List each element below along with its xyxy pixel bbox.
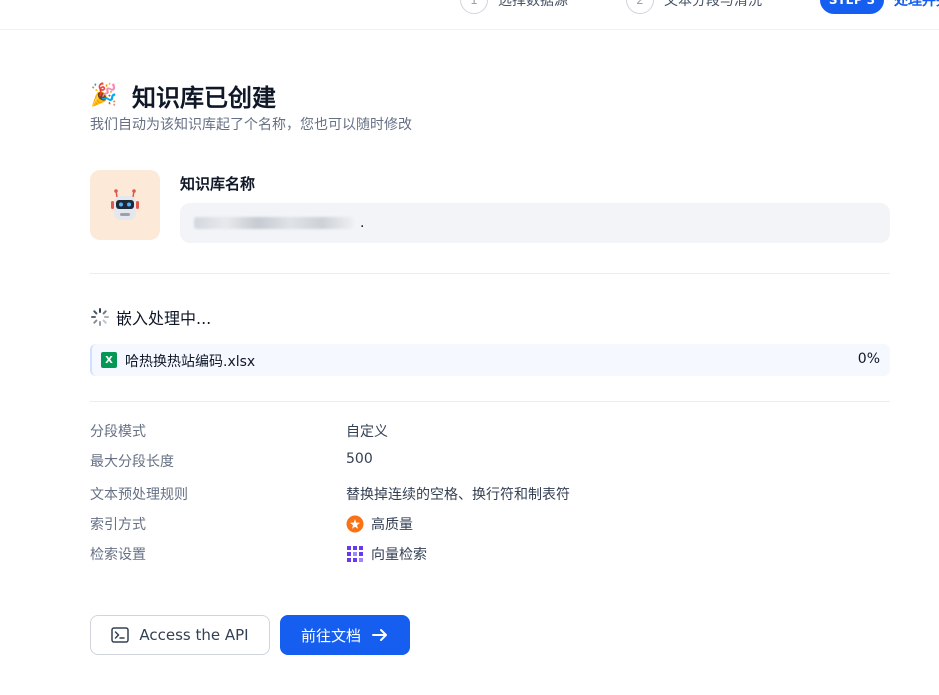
divider-top [90, 273, 890, 274]
go-to-document-button[interactable]: 前往文档 [280, 615, 410, 655]
step-2-number: 2 [626, 0, 654, 14]
setting-key: 最大分段长度 [90, 454, 174, 470]
access-api-button[interactable]: Access the API [90, 615, 270, 655]
redacted-name [194, 217, 354, 229]
setting-value: 替换掉连续的空格、换行符和制表符 [346, 487, 570, 503]
loading-spinner-icon [91, 308, 109, 326]
setting-value-with-icon: 向量检索 [346, 544, 427, 564]
step-1[interactable]: 1 选择数据源 [460, 0, 568, 14]
divider-bottom [90, 401, 890, 402]
excel-file-icon: X [101, 352, 117, 368]
step-3[interactable]: STEP 3 处理并完成 [820, 0, 939, 14]
setting-value-with-icon: 高质量 [346, 514, 413, 534]
stepper: 1 选择数据源 2 文本分段与清洗 STEP 3 处理并完成 [0, 0, 939, 30]
setting-value: 向量检索 [371, 547, 427, 563]
page-title-row: 🎉 知识库已创建 [90, 78, 276, 113]
page-title: 知识库已创建 [132, 84, 276, 112]
setting-value: 500 [346, 451, 373, 467]
arrow-right-icon [371, 627, 389, 643]
setting-row: 检索设置 向量检索 [90, 544, 890, 564]
setting-key: 检索设置 [90, 547, 146, 563]
vector-grid-icon [346, 545, 364, 563]
setting-row: 分段模式 自定义 [90, 421, 890, 441]
step-1-number: 1 [460, 0, 488, 14]
step-3-number: STEP 3 [820, 0, 884, 14]
access-api-label: Access the API [139, 626, 249, 644]
step-2[interactable]: 2 文本分段与清洗 [626, 0, 762, 14]
file-progress-percent: 0% [857, 351, 880, 367]
party-popper-icon: 🎉 [90, 83, 118, 108]
setting-row: 索引方式 高质量 [90, 514, 890, 534]
file-progress-row: X 哈热换热站编码.xlsx 0% [90, 344, 890, 376]
step-3-label: 处理并完成 [894, 0, 939, 9]
robot-icon [111, 189, 139, 220]
setting-row: 最大分段长度 500 [90, 451, 890, 471]
step-1-label: 选择数据源 [498, 0, 568, 9]
setting-key: 文本预处理规则 [90, 487, 188, 503]
star-badge-icon [346, 515, 364, 533]
go-to-document-label: 前往文档 [300, 626, 361, 645]
page-subtitle: 我们自动为该知识库起了个名称，您也可以随时修改 [90, 117, 412, 133]
setting-key: 分段模式 [90, 424, 146, 440]
terminal-icon [111, 627, 130, 643]
knowledge-base-name-label: 知识库名称 [180, 175, 256, 193]
step-2-label: 文本分段与清洗 [664, 0, 762, 9]
setting-key: 索引方式 [90, 517, 146, 533]
setting-value: 高质量 [371, 517, 413, 533]
name-suffix: . [360, 215, 365, 231]
knowledge-base-avatar[interactable] [90, 170, 160, 240]
file-name: 哈热换热站编码.xlsx [125, 354, 256, 370]
knowledge-base-name-input[interactable]: . [180, 203, 890, 243]
setting-value: 自定义 [346, 424, 388, 440]
embedding-status-text: 嵌入处理中... [116, 309, 212, 328]
embedding-status: 嵌入处理中... [90, 305, 211, 329]
setting-row: 文本预处理规则 替换掉连续的空格、换行符和制表符 [90, 484, 890, 504]
